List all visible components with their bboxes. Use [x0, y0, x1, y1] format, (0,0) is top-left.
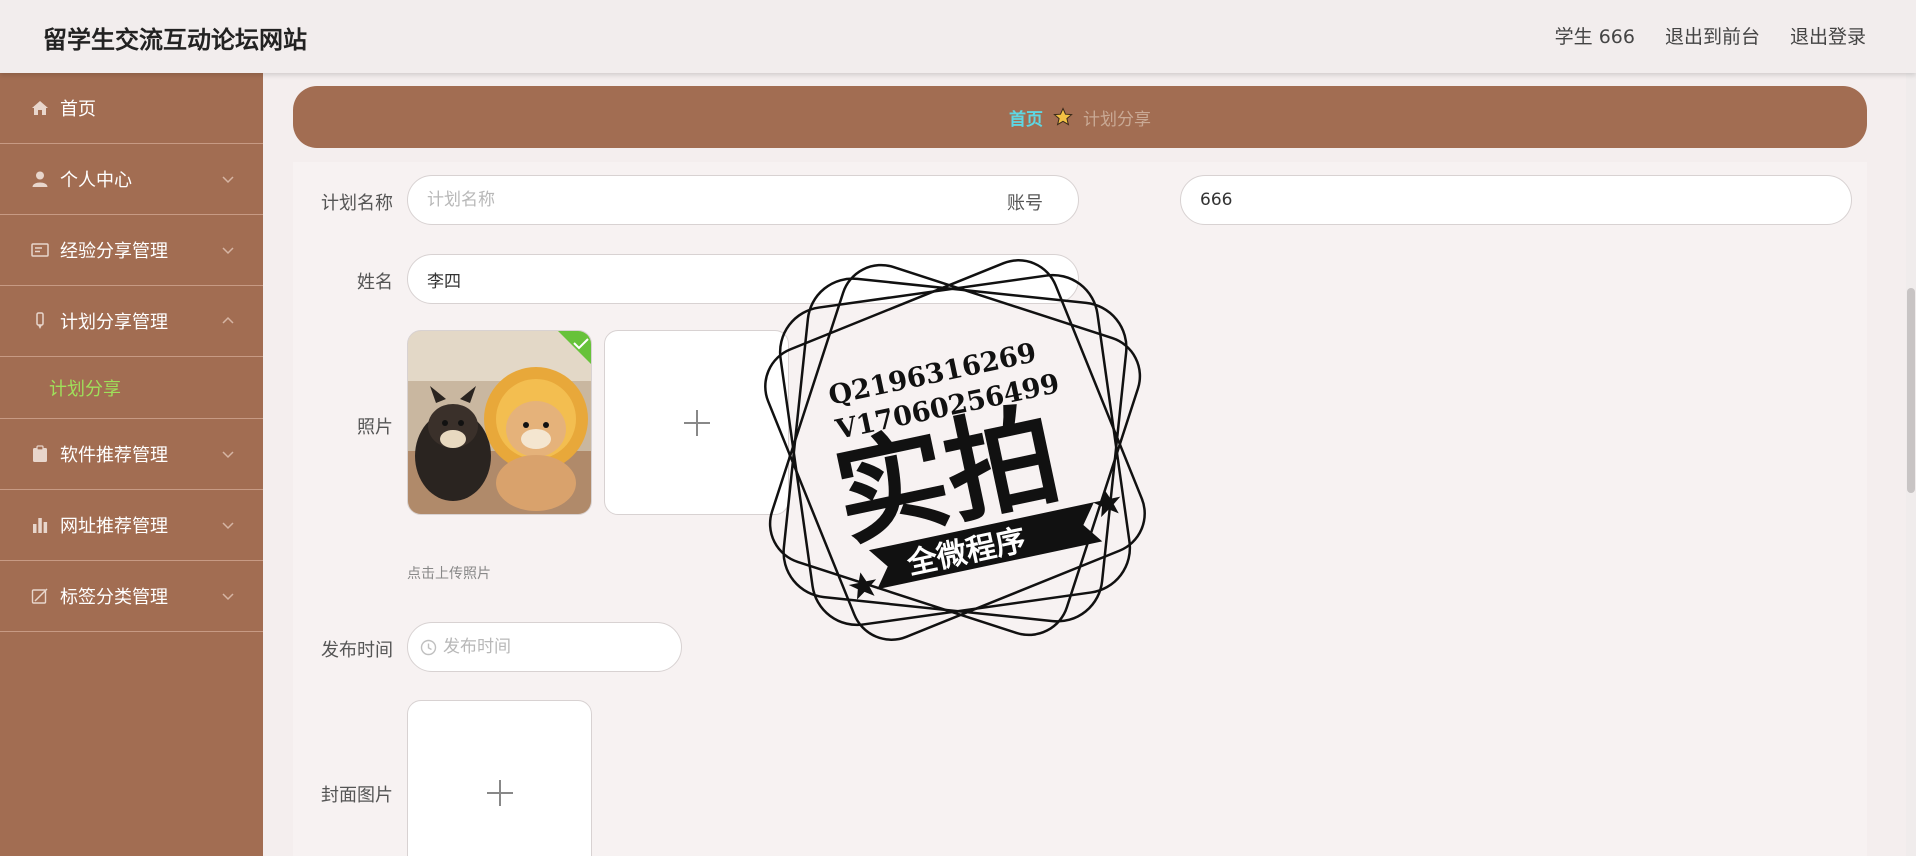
sidebar-item-label: 计划分享管理 — [60, 312, 168, 333]
name-label: 姓名 — [357, 272, 393, 293]
sidebar-item-label: 网址推荐管理 — [60, 516, 168, 537]
sidebar: 首页 个人中心 经验分享管理 计划分享管理 计划分享 软件推荐管理 网址推荐管理 — [0, 73, 263, 856]
publish-time-label: 发布时间 — [321, 640, 393, 661]
account-value: 666 — [1200, 190, 1233, 210]
logout-link[interactable]: 退出登录 — [1790, 22, 1866, 49]
user-icon — [30, 169, 50, 189]
chevron-down-icon — [222, 247, 234, 255]
sidebar-item-plan[interactable]: 计划分享管理 — [0, 286, 263, 357]
plus-icon — [683, 409, 710, 436]
clock-icon — [420, 639, 437, 655]
breadcrumb-current: 计划分享 — [1083, 109, 1151, 130]
sidebar-item-software[interactable]: 软件推荐管理 — [0, 419, 263, 490]
watermark-stamp: Q2196316269 V17060256499 实拍 全微程序 — [755, 250, 1155, 650]
sidebar-item-label: 标签分类管理 — [60, 587, 168, 608]
page-scrollbar[interactable] — [1906, 73, 1916, 856]
sidebar-item-experience[interactable]: 经验分享管理 — [0, 215, 263, 286]
account-label: 账号 — [1007, 193, 1043, 214]
sidebar-item-label: 首页 — [60, 99, 96, 120]
edit-icon — [30, 586, 50, 606]
cover-upload-button[interactable] — [407, 700, 592, 856]
publish-time-field[interactable] — [407, 622, 682, 672]
chevron-down-icon — [222, 522, 234, 530]
home-icon — [30, 98, 50, 118]
chevron-down-icon — [222, 451, 234, 459]
star-icon — [1053, 107, 1073, 126]
sidebar-item-label: 软件推荐管理 — [60, 445, 168, 466]
current-user[interactable]: 学生 666 — [1555, 22, 1635, 49]
scrollbar-thumb[interactable] — [1907, 288, 1915, 493]
name-value: 李四 — [427, 271, 461, 292]
chevron-up-icon — [222, 316, 234, 324]
to-front-link[interactable]: 退出到前台 — [1665, 22, 1760, 49]
bar-chart-icon — [30, 515, 50, 535]
account-field[interactable]: 666 — [1180, 175, 1852, 225]
sidebar-item-personal-center[interactable]: 个人中心 — [0, 144, 263, 215]
card-icon — [30, 240, 50, 260]
uploaded-photo[interactable] — [407, 330, 592, 515]
site-title: 留学生交流互动论坛网站 — [43, 26, 307, 54]
sidebar-item-label: 经验分享管理 — [60, 241, 168, 262]
breadcrumb: 首页 计划分享 — [293, 86, 1867, 148]
sidebar-item-home[interactable]: 首页 — [0, 73, 263, 144]
chevron-down-icon — [222, 176, 234, 184]
plan-name-label: 计划名称 — [321, 193, 393, 214]
top-right-links: 学生 666 退出到前台 退出登录 — [1555, 22, 1866, 49]
dog-photo-thumbnail — [408, 331, 591, 514]
photo-label: 照片 — [357, 417, 393, 438]
cover-image-label: 封面图片 — [321, 785, 393, 806]
top-bar: 留学生交流互动论坛网站 学生 666 退出到前台 退出登录 — [0, 0, 1916, 73]
sidebar-item-website[interactable]: 网址推荐管理 — [0, 490, 263, 561]
chevron-down-icon — [222, 593, 234, 601]
publish-time-input[interactable] — [443, 637, 681, 657]
submenu-item-plan-share[interactable]: 计划分享 — [0, 357, 263, 419]
plus-icon — [486, 779, 513, 806]
breadcrumb-home[interactable]: 首页 — [1009, 105, 1043, 130]
pen-icon — [30, 311, 50, 331]
clipboard-icon — [30, 444, 50, 464]
sidebar-item-label: 个人中心 — [60, 170, 132, 191]
sidebar-item-tags[interactable]: 标签分类管理 — [0, 561, 263, 632]
photo-upload-hint: 点击上传照片 — [407, 566, 491, 582]
